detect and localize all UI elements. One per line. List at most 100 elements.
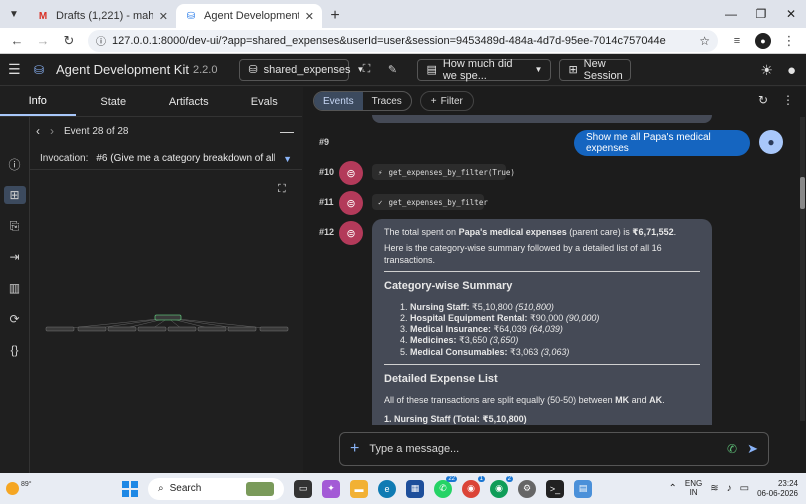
message-input[interactable]: Type a message... — [369, 443, 717, 455]
browser-tab-adk[interactable]: ⛁ Agent Development Kit Dev UI ✕ — [176, 4, 322, 28]
bookmark-star-icon[interactable]: ☆ — [699, 34, 710, 48]
url-input[interactable]: ⓘ 127.0.0.1:8000/dev-ui/?app=shared_expe… — [88, 29, 718, 52]
copilot-icon[interactable]: ✦ — [322, 479, 340, 498]
clock[interactable]: 23:24 06-06-2026 — [757, 479, 798, 497]
task-view-icon[interactable]: ▭ — [294, 479, 312, 498]
new-session-button[interactable]: ⊞ New Session — [559, 58, 632, 82]
app-select[interactable]: ⛁ shared_expenses ▼ — [239, 58, 364, 81]
hamburger-menu-icon[interactable]: ☰ — [8, 61, 26, 78]
spreadsheet-icon[interactable]: ▤ — [574, 479, 592, 498]
edit-icon[interactable]: ✎ — [383, 61, 401, 79]
media-icon[interactable]: ≡ — [726, 30, 748, 52]
tab-events[interactable]: Events — [314, 92, 363, 110]
user-message-bubble[interactable]: Show me all Papa's medical expenses — [574, 130, 750, 156]
agent-graph[interactable] — [30, 172, 302, 472]
total-text: The total spent on — [384, 227, 459, 237]
settings-gear-icon[interactable]: ⚙ — [518, 479, 536, 498]
bot-avatar-icon: ⊜ — [339, 221, 363, 245]
function-call-chip[interactable]: ⚡ get_expenses_by_filter(True) — [372, 164, 515, 180]
trace-icon[interactable]: ⟳ — [4, 310, 26, 328]
chrome-profile-icon[interactable]: ◉ 2 — [490, 475, 513, 498]
output-icon[interactable]: ⇥ — [4, 248, 26, 266]
bot-avatar-icon: ⊜ — [339, 161, 363, 185]
total-line: The total spent on Papa's medical expens… — [384, 227, 700, 238]
chart-icon[interactable]: ▥ — [4, 279, 26, 297]
close-icon[interactable]: ✕ — [159, 10, 168, 23]
chevron-right-icon[interactable]: › — [50, 124, 54, 138]
graph-node[interactable] — [77, 326, 107, 332]
more-vert-icon[interactable]: ⋮ — [782, 93, 794, 107]
function-response-chip[interactable]: ✓ get_expenses_by_filter — [372, 194, 488, 210]
site-info-icon[interactable]: ⓘ — [96, 33, 106, 48]
tab-search-icon[interactable]: ▼ — [0, 0, 28, 28]
theme-toggle-icon[interactable]: ☀ — [760, 62, 773, 79]
graph-node[interactable] — [227, 326, 257, 332]
account-icon[interactable]: ● — [787, 62, 796, 79]
graph-node[interactable] — [197, 326, 227, 332]
browser-tab-gmail[interactable]: M Drafts (1,221) - mahesh@kayta… ✕ — [28, 4, 176, 28]
whatsapp-icon[interactable]: ✆ 22 — [434, 475, 457, 498]
close-icon[interactable]: ✕ — [305, 10, 314, 23]
browser-tab-strip: ▼ M Drafts (1,221) - mahesh@kayta… ✕ ⛁ A… — [0, 0, 806, 28]
maximize-icon[interactable]: ❐ — [746, 0, 776, 28]
category-share: (3,650) — [489, 335, 519, 346]
edge-icon[interactable]: e — [378, 479, 396, 498]
collapse-icon[interactable]: — — [280, 123, 294, 139]
agent-message-bubble[interactable]: The total spent on Papa's medical expens… — [372, 219, 712, 425]
forward-icon[interactable]: → — [32, 30, 54, 52]
event-index: #10 — [319, 167, 335, 177]
chrome-icon[interactable]: ◉ 1 — [462, 475, 485, 498]
taskbar-search[interactable]: ⌕ Search — [148, 477, 284, 500]
invocation-select[interactable]: Invocation: #6 (Give me a category break… — [30, 148, 302, 170]
tab-evals[interactable]: Evals — [227, 87, 303, 116]
tab-state[interactable]: State — [76, 87, 152, 116]
graph-node[interactable] — [167, 326, 197, 332]
graph-node[interactable] — [137, 326, 167, 332]
graph-icon[interactable]: ⊞ — [3, 186, 26, 204]
message-list[interactable]: #9 Show me all Papa's medical expenses ●… — [303, 115, 799, 425]
profile-button[interactable]: ● — [752, 30, 774, 52]
graph-node[interactable] — [45, 326, 75, 332]
graph-node[interactable] — [259, 326, 289, 332]
terminal-icon[interactable]: >_ — [546, 479, 564, 498]
info-icon[interactable]: ⓘ — [4, 155, 26, 173]
tab-info[interactable]: Info — [0, 87, 76, 116]
code-braces-icon[interactable]: {} — [4, 341, 26, 359]
weather-widget[interactable]: 89° — [6, 481, 46, 495]
volume-icon[interactable]: ♪ — [727, 483, 732, 494]
chat-scrollbar[interactable] — [800, 117, 805, 421]
minimize-icon[interactable]: — — [716, 0, 746, 28]
window-close-icon[interactable]: ✕ — [776, 0, 806, 28]
tab-artifacts[interactable]: Artifacts — [151, 87, 227, 116]
detail-text: and — [629, 394, 650, 405]
scrollbar-thumb[interactable] — [800, 177, 805, 209]
back-icon[interactable]: ← — [6, 30, 28, 52]
graph-root-node[interactable] — [154, 314, 182, 321]
file-explorer-icon[interactable]: ▬ — [350, 479, 368, 498]
chat-icon: ▤ — [426, 64, 437, 76]
attach-plus-icon[interactable]: + — [350, 440, 359, 458]
send-icon[interactable]: ➤ — [747, 441, 758, 457]
chat-control-actions: ↻ ⋮ — [758, 93, 794, 107]
tab-traces[interactable]: Traces — [363, 92, 411, 110]
session-select[interactable]: ▤ How much did we spe... ▼ — [417, 58, 552, 82]
chevron-up-icon[interactable]: ⌃ — [669, 483, 677, 494]
language-indicator[interactable]: ENG IN — [685, 479, 702, 498]
reload-icon[interactable]: ↻ — [58, 30, 80, 52]
filter-button[interactable]: + Filter — [419, 91, 474, 111]
wifi-icon[interactable]: ≋ — [710, 483, 718, 494]
graph-node[interactable] — [107, 326, 137, 332]
windows-start-icon[interactable] — [122, 480, 138, 497]
store-icon[interactable]: ▦ — [406, 479, 424, 498]
app-select-value: shared_expenses — [263, 63, 351, 76]
browser-menu-icon[interactable]: ⋮ — [778, 30, 800, 52]
refresh-icon[interactable]: ↻ — [758, 93, 768, 107]
app-header: ☰ ⛁ Agent Development Kit 2.2.0 ⛁ shared… — [0, 54, 806, 86]
input-icon[interactable]: ⎘ — [4, 217, 26, 235]
left-icon-rail: ⓘ ⊞ ⎘ ⇥ ▥ ⟳ {} — [0, 117, 30, 473]
graph-view-icon[interactable]: ⛶ — [357, 61, 375, 79]
battery-icon[interactable]: ▭ — [740, 483, 749, 494]
chevron-left-icon[interactable]: ‹ — [36, 124, 40, 138]
phone-icon[interactable]: ✆ — [727, 442, 737, 456]
new-tab-button[interactable]: + — [322, 4, 348, 28]
